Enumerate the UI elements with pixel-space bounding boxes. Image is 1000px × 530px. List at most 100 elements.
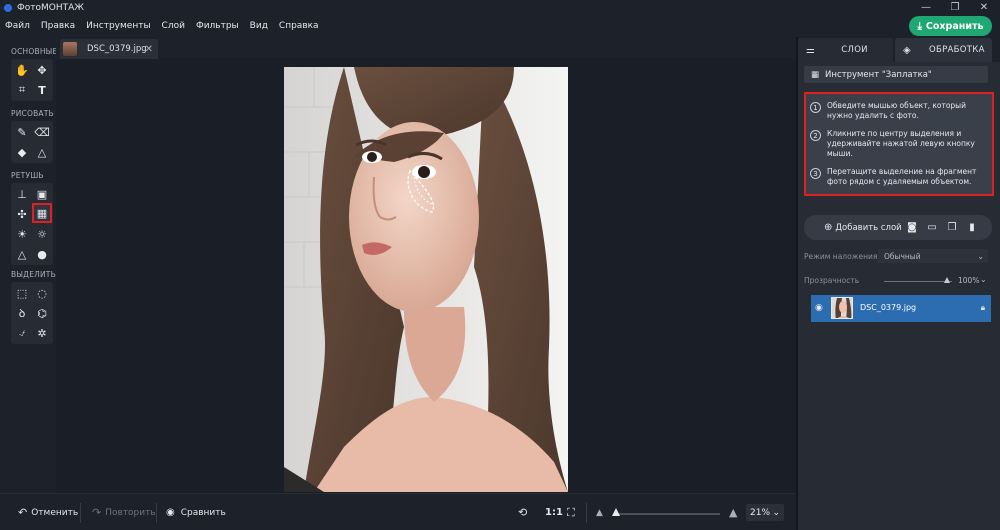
tool-group-select: ⬚ ◌ ꝺ ⌬ ⍻ ✲ [11, 282, 53, 344]
menu-tools[interactable]: Инструменты [85, 19, 151, 33]
lasso-tool-icon[interactable]: ꝺ [13, 304, 31, 322]
clone-stamp-tool-icon[interactable]: ⊥ [13, 185, 31, 203]
eraser-tool-icon[interactable]: ⌫ [33, 123, 51, 141]
opacity-slider[interactable] [884, 281, 952, 282]
trash-icon[interactable]: ▮ [966, 221, 978, 233]
step-number: 1 [810, 102, 821, 113]
tool-title: Инструмент "Заплатка" [825, 69, 932, 80]
menu-layer[interactable]: Слой [161, 19, 186, 33]
document-tab[interactable]: DSC_0379.jpg ✕ [60, 39, 158, 59]
undo-button[interactable]: ↶ Отменить [18, 504, 78, 521]
dodge-tool-icon[interactable]: ☀ [13, 225, 31, 243]
redo-label: Повторить [105, 507, 156, 518]
healing-tool-icon[interactable]: ▣ [33, 185, 51, 203]
add-mask-icon[interactable]: ◙ [906, 221, 918, 233]
ellipse-select-tool-icon[interactable]: ◌ [33, 284, 51, 302]
zoom-out-icon[interactable]: ▲ [596, 504, 603, 521]
fill-tool-icon[interactable]: ◆ [13, 143, 31, 161]
blend-mode-select[interactable]: Обычный ⌄ [878, 249, 988, 263]
canvas-area[interactable] [58, 59, 796, 493]
save-label: Сохранить [925, 20, 984, 32]
opacity-value: 100% [958, 276, 980, 285]
eye-icon: ◉ [166, 507, 175, 518]
tab-processing-label: ОБРАБОТКА [929, 45, 985, 55]
duplicate-icon[interactable]: ❐ [946, 221, 958, 233]
tool-group-basic: ✋ ✥ ⌗ T [11, 59, 53, 101]
panel-tabs: ⚌ СЛОИ ◈ ОБРАБОТКА [798, 37, 1000, 62]
plus-circle-icon: ⊕ [824, 222, 833, 233]
bottom-bar: ↶ Отменить ↷ Повторить ◉ Сравнить ⟲ 1:1 … [0, 493, 796, 530]
actual-size-button[interactable]: 1:1 [545, 504, 563, 521]
sliders-icon: ⚌ [806, 44, 816, 56]
zoom-slider[interactable] [616, 513, 720, 515]
text-tool-icon[interactable]: T [33, 81, 51, 99]
polygon-lasso-tool-icon[interactable]: ⌬ [33, 304, 51, 322]
menu-view[interactable]: Вид [249, 19, 269, 33]
tool-sidebar: ОСНОВНЫЕ ✋ ✥ ⌗ T РИСОВАТЬ ✎ ⌫ ◆ △ РЕТУШЬ… [0, 37, 58, 493]
step-number: 2 [810, 130, 821, 141]
photo-image[interactable] [284, 67, 568, 492]
close-tab-icon[interactable]: ✕ [145, 44, 153, 55]
add-layer-label: Добавить слой [835, 222, 902, 233]
menu-edit[interactable]: Правка [40, 19, 76, 33]
title-bar: ФотоМОНТАЖ — ❐ ✕ [0, 0, 1000, 15]
layer-item[interactable]: ◉ DSC_0379.jpg 🔒︎ [811, 295, 991, 322]
menu-filters[interactable]: Фильтры [195, 19, 240, 33]
zoom-chevron-icon: ⌄ [772, 507, 780, 518]
magnetic-lasso-tool-icon[interactable]: ⍻ [13, 324, 31, 342]
save-button[interactable]: ⤓ Сохранить [909, 16, 992, 36]
fit-screen-icon[interactable]: ⛶ [567, 504, 575, 521]
menu-bar: Файл Правка Инструменты Слой Фильтры Вид… [0, 15, 1000, 37]
zoom-value-field[interactable]: 21% ⌄ [746, 504, 784, 521]
minimize-button[interactable]: — [912, 0, 940, 15]
layer-name: DSC_0379.jpg [860, 303, 917, 312]
auto-fit-icon[interactable]: ⟲ [518, 504, 527, 521]
sharpen-tool-icon[interactable]: △ [13, 245, 31, 263]
instruction-step: 2 Кликните по центру выделения и удержив… [810, 129, 991, 159]
visibility-eye-icon[interactable]: ◉ [815, 303, 823, 313]
compare-button[interactable]: ◉ Сравнить [166, 504, 226, 521]
tab-processing[interactable]: ◈ ОБРАБОТКА [895, 38, 992, 62]
tab-layers[interactable]: ⚌ СЛОИ [798, 38, 893, 62]
menu-help[interactable]: Справка [278, 19, 320, 33]
tab-layers-label: СЛОИ [841, 45, 868, 55]
opacity-slider-handle[interactable] [944, 277, 950, 283]
close-button[interactable]: ✕ [970, 0, 998, 15]
instructions-box: 1 Обведите мышью объект, который нужно у… [804, 92, 994, 196]
tool-group-draw: ✎ ⌫ ◆ △ [11, 121, 53, 163]
redo-button[interactable]: ↷ Повторить [92, 504, 156, 521]
blur-tool-icon[interactable]: ● [33, 245, 51, 263]
group-label-draw: РИСОВАТЬ [11, 109, 54, 118]
menu-file[interactable]: Файл [4, 19, 31, 33]
bandage-tool-icon[interactable]: ✣ [13, 205, 31, 223]
undo-icon: ↶ [18, 506, 28, 519]
right-panel: ⚌ СЛОИ ◈ ОБРАБОТКА ▦ Инструмент "Заплатк… [796, 37, 1000, 530]
zoom-slider-handle[interactable] [612, 508, 620, 516]
patch-tool-icon[interactable]: ▦ [32, 203, 52, 223]
restore-button[interactable]: ❐ [941, 0, 969, 15]
shapes-tool-icon[interactable]: △ [33, 143, 51, 161]
layers-icon: ◈ [903, 44, 911, 56]
lock-icon[interactable]: 🔒︎ [981, 303, 985, 313]
group-label-basic: ОСНОВНЫЕ [11, 47, 58, 56]
document-tab-strip: DSC_0379.jpg ✕ [56, 37, 796, 59]
layer-thumbnail [831, 297, 853, 319]
chevron-down-icon: ⌄ [977, 251, 984, 261]
brush-tool-icon[interactable]: ✎ [13, 123, 31, 141]
document-name: DSC_0379.jpg [87, 44, 147, 54]
compare-label: Сравнить [180, 507, 226, 518]
tool-header: ▦ Инструмент "Заплатка" [804, 66, 988, 83]
burn-tool-icon[interactable]: ☼ [33, 225, 51, 243]
hand-tool-icon[interactable]: ✋ [13, 61, 31, 79]
move-tool-icon[interactable]: ✥ [33, 61, 51, 79]
add-layer-button[interactable]: ⊕ Добавить слой [824, 222, 902, 233]
chevron-down-icon[interactable]: ⌄ [980, 275, 987, 284]
crop-tool-icon[interactable]: ⌗ [13, 81, 31, 99]
zoom-in-icon[interactable]: ▲ [729, 504, 737, 521]
rect-select-tool-icon[interactable]: ⬚ [13, 284, 31, 302]
magic-wand-tool-icon[interactable]: ✲ [33, 324, 51, 342]
layer-actions-bar: ⊕ Добавить слой ◙ ▭ ❐ ▮ [804, 215, 992, 240]
separator [156, 503, 157, 523]
folder-icon[interactable]: ▭ [926, 221, 938, 233]
opacity-row: Прозрачность 100% ⌄ [804, 274, 992, 288]
